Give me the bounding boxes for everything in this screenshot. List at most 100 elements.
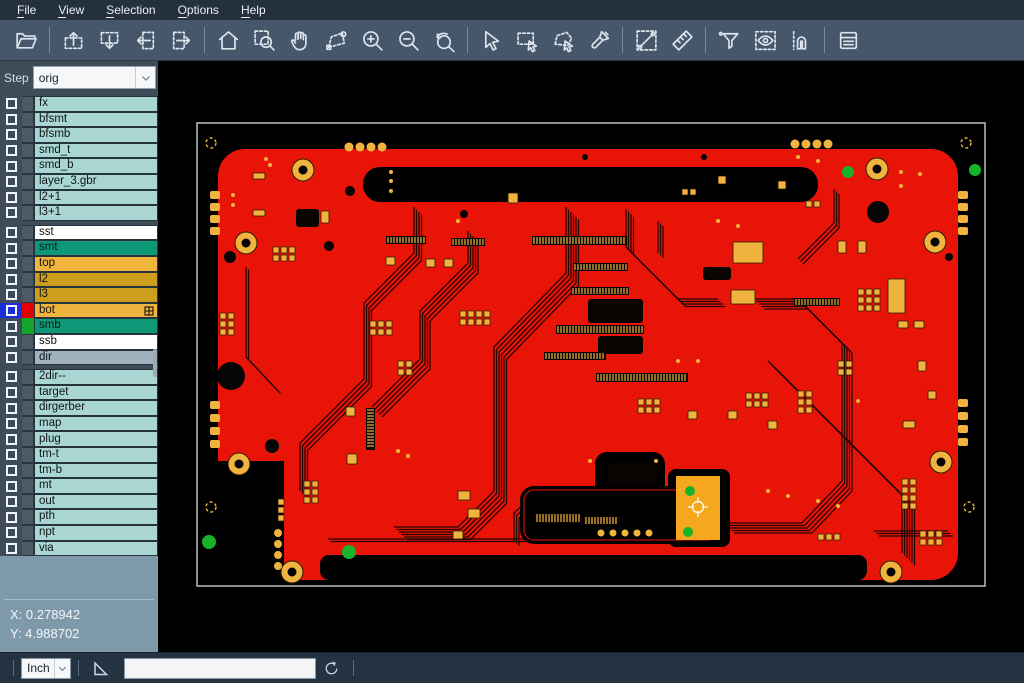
layer-name-target[interactable]: target [34,385,158,401]
layer-checkbox-bfsmt[interactable] [0,112,22,128]
layer-checkbox-dir[interactable] [0,350,22,366]
layer-checkbox-tm-t[interactable] [0,447,22,463]
view-options-button[interactable] [747,24,783,56]
layer-name-ssb[interactable]: ssb [34,334,158,350]
layer-color-swatch[interactable] [22,416,34,432]
layer-checkbox-bfsmb[interactable] [0,127,22,143]
zoom-in-button[interactable] [354,24,390,56]
layer-name-bfsmb[interactable]: bfsmb [34,127,158,143]
layer-checkbox-l2[interactable] [0,272,22,288]
layer-color-swatch[interactable] [22,112,34,128]
layer-color-swatch[interactable] [22,447,34,463]
pan-button[interactable] [282,24,318,56]
pcb-canvas[interactable] [158,61,1024,652]
layer-checkbox-target[interactable] [0,385,22,401]
layer-name-via[interactable]: via [34,541,158,557]
layer-color-swatch[interactable] [22,96,34,112]
select-button[interactable] [473,24,509,56]
layer-checkbox-layer_3.gbr[interactable] [0,174,22,190]
zoom-previous-button[interactable] [426,24,462,56]
layer-color-swatch[interactable] [22,287,34,303]
layer-color-swatch[interactable] [22,190,34,206]
layer-name-l2+1[interactable]: l2+1 [34,190,158,206]
layer-name-bfsmt[interactable]: bfsmt [34,112,158,128]
import-down-button[interactable] [91,24,127,56]
layer-color-swatch[interactable] [22,158,34,174]
layer-color-swatch[interactable] [22,541,34,557]
layer-checkbox-smd_b[interactable] [0,158,22,174]
layer-checkbox-l3+1[interactable] [0,205,22,221]
layer-checkbox-map[interactable] [0,416,22,432]
layer-color-swatch[interactable] [22,525,34,541]
layer-checkbox-l2+1[interactable] [0,190,22,206]
layer-checkbox-mt[interactable] [0,478,22,494]
export-left-button[interactable] [127,24,163,56]
layer-checkbox-smd_t[interactable] [0,143,22,159]
filter-button[interactable] [711,24,747,56]
layer-name-2dir--[interactable]: 2dir-- [34,369,158,385]
home-button[interactable] [210,24,246,56]
menu-selection[interactable]: Selection [97,1,164,19]
layer-color-swatch[interactable] [22,272,34,288]
menu-help[interactable]: Help [232,1,275,19]
layer-checkbox-via[interactable] [0,541,22,557]
layer-checkbox-top[interactable] [0,256,22,272]
layer-checkbox-out[interactable] [0,494,22,510]
snap-button[interactable] [783,24,819,56]
layer-checkbox-dirgerber[interactable] [0,400,22,416]
layer-color-swatch[interactable] [22,385,34,401]
layer-color-swatch[interactable] [22,303,34,319]
layer-color-swatch[interactable] [22,225,34,241]
layer-color-swatch[interactable] [22,318,34,334]
report-button[interactable] [830,24,866,56]
import-up-button[interactable] [55,24,91,56]
refresh-button[interactable] [319,657,343,679]
layer-checkbox-tm-b[interactable] [0,463,22,479]
layer-checkbox-smb[interactable] [0,318,22,334]
export-right-button[interactable] [163,24,199,56]
ruler-button[interactable] [664,24,700,56]
menu-options[interactable]: Options [169,1,228,19]
layer-name-pth[interactable]: pth [34,509,158,525]
layer-name-bot[interactable]: bot [34,303,158,319]
layer-name-smd_b[interactable]: smd_b [34,158,158,174]
layer-color-swatch[interactable] [22,431,34,447]
layer-name-tm-t[interactable]: tm-t [34,447,158,463]
layer-color-swatch[interactable] [22,240,34,256]
layer-name-plug[interactable]: plug [34,431,158,447]
clean-button[interactable] [581,24,617,56]
layer-name-smb[interactable]: smb [34,318,158,334]
layer-checkbox-smt[interactable] [0,240,22,256]
layer-checkbox-sst[interactable] [0,225,22,241]
layer-name-mt[interactable]: mt [34,478,158,494]
layer-name-smd_t[interactable]: smd_t [34,143,158,159]
layer-name-l3[interactable]: l3 [34,287,158,303]
layer-color-swatch[interactable] [22,127,34,143]
layer-color-swatch[interactable] [22,350,34,366]
layer-name-npt[interactable]: npt [34,525,158,541]
layer-color-swatch[interactable] [22,400,34,416]
layer-name-dirgerber[interactable]: dirgerber [34,400,158,416]
layer-color-swatch[interactable] [22,369,34,385]
layer-list-scrollbar[interactable] [153,349,157,377]
layer-color-swatch[interactable] [22,509,34,525]
layer-name-out[interactable]: out [34,494,158,510]
command-input[interactable] [124,658,316,679]
angle-measure-button[interactable] [89,657,113,679]
layer-name-l3+1[interactable]: l3+1 [34,205,158,221]
step-select[interactable]: orig [33,66,156,89]
layer-name-layer_3.gbr[interactable]: layer_3.gbr [34,174,158,190]
layer-name-dir[interactable]: dir [34,350,158,366]
layer-color-swatch[interactable] [22,463,34,479]
menu-view[interactable]: View [49,1,93,19]
layer-name-smt[interactable]: smt [34,240,158,256]
measure-line-button[interactable] [628,24,664,56]
layer-name-sst[interactable]: sst [34,225,158,241]
layer-name-top[interactable]: top [34,256,158,272]
select-rect-button[interactable] [509,24,545,56]
layer-color-swatch[interactable] [22,478,34,494]
layer-name-map[interactable]: map [34,416,158,432]
layer-checkbox-2dir--[interactable] [0,369,22,385]
layer-color-swatch[interactable] [22,334,34,350]
zoom-out-button[interactable] [390,24,426,56]
